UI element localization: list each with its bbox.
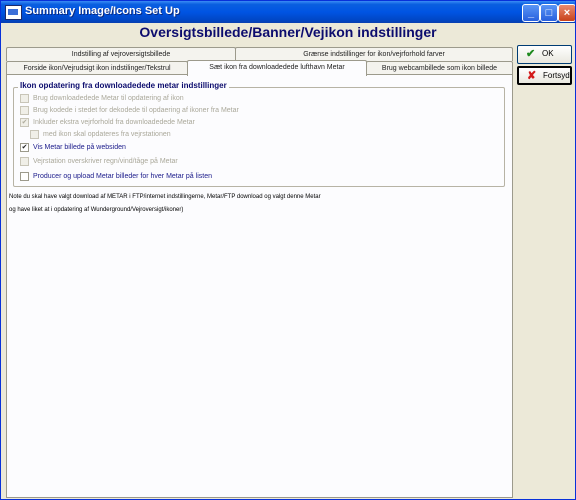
title-bar[interactable]: Summary Image/Icons Set Up _ □ × — [1, 1, 575, 23]
checkbox[interactable] — [20, 172, 29, 181]
ok-button[interactable]: ✔ OK — [517, 45, 572, 64]
checkbox-checked[interactable]: ✔ — [20, 118, 29, 127]
option-label: med ikon skal opdateres fra vejrstatione… — [43, 131, 171, 138]
checkbox[interactable] — [20, 157, 29, 166]
minimize-button[interactable]: _ — [522, 4, 540, 22]
tab-vejroversigtsbillede[interactable]: Indstilling af vejroversigtsbillede — [6, 47, 236, 61]
tab-panel: Ikon opdatering fra downloadedede metar … — [6, 74, 513, 498]
app-window: Summary Image/Icons Set Up _ □ × Oversig… — [0, 0, 576, 500]
ok-label: OK — [542, 49, 554, 58]
group-title: Ikon opdatering fra downloadedede metar … — [18, 81, 229, 90]
tab-graense-indstillinger[interactable]: Grænse indstillinger for ikon/vejrforhol… — [235, 47, 513, 61]
tab-forside-ikon[interactable]: Forside ikon/Vejrudsigt ikon indstilinge… — [6, 61, 188, 75]
app-icon — [5, 5, 22, 20]
maximize-button[interactable]: □ — [540, 4, 558, 22]
checkbox[interactable] — [30, 130, 39, 139]
note-line-1: Note du skal have valgt download af META… — [9, 194, 321, 200]
checkbox[interactable] — [20, 94, 29, 103]
tab-row-2: Forside ikon/Vejrudsigt ikon indstilinge… — [6, 60, 513, 76]
tab-metar-ikon[interactable]: Sæt ikon fra downloadedede lufthavn Meta… — [187, 60, 367, 76]
window-title: Summary Image/Icons Set Up — [25, 5, 180, 17]
option-label: Producer og upload Metar billeder for hv… — [33, 173, 212, 180]
option-label: Brug downloadedede Metar til opdatering … — [33, 95, 184, 102]
option-label: Vejrstation overskriver regn/vind/tåge p… — [33, 158, 178, 165]
checkmark-icon: ✔ — [526, 48, 536, 60]
cancel-label: Fortsyd — [543, 71, 570, 80]
option-label: Inkluder ekstra vejrforhold fra download… — [33, 119, 195, 126]
note-line-2: og have liket at i opdatering af Wunderg… — [9, 207, 184, 213]
x-icon: ✘ — [527, 70, 537, 82]
page-title: Oversigtsbillede/Banner/Vejikon indstill… — [139, 24, 437, 40]
tab-webcam[interactable]: Brug webcambillede som ikon billede — [366, 61, 513, 75]
checkbox-checked[interactable]: ✔ — [20, 143, 29, 152]
checkbox[interactable] — [20, 106, 29, 115]
tab-row-1: Indstilling af vejroversigtsbillede Græn… — [6, 47, 513, 61]
cancel-button[interactable]: ✘ Fortsyd — [517, 66, 572, 85]
option-label: Brug kodede i stedet for dekodede til op… — [33, 107, 239, 114]
option-label: Vis Metar billede på websiden — [33, 144, 126, 151]
close-button[interactable]: × — [558, 4, 575, 22]
metar-settings-group: Ikon opdatering fra downloadedede metar … — [13, 81, 505, 187]
